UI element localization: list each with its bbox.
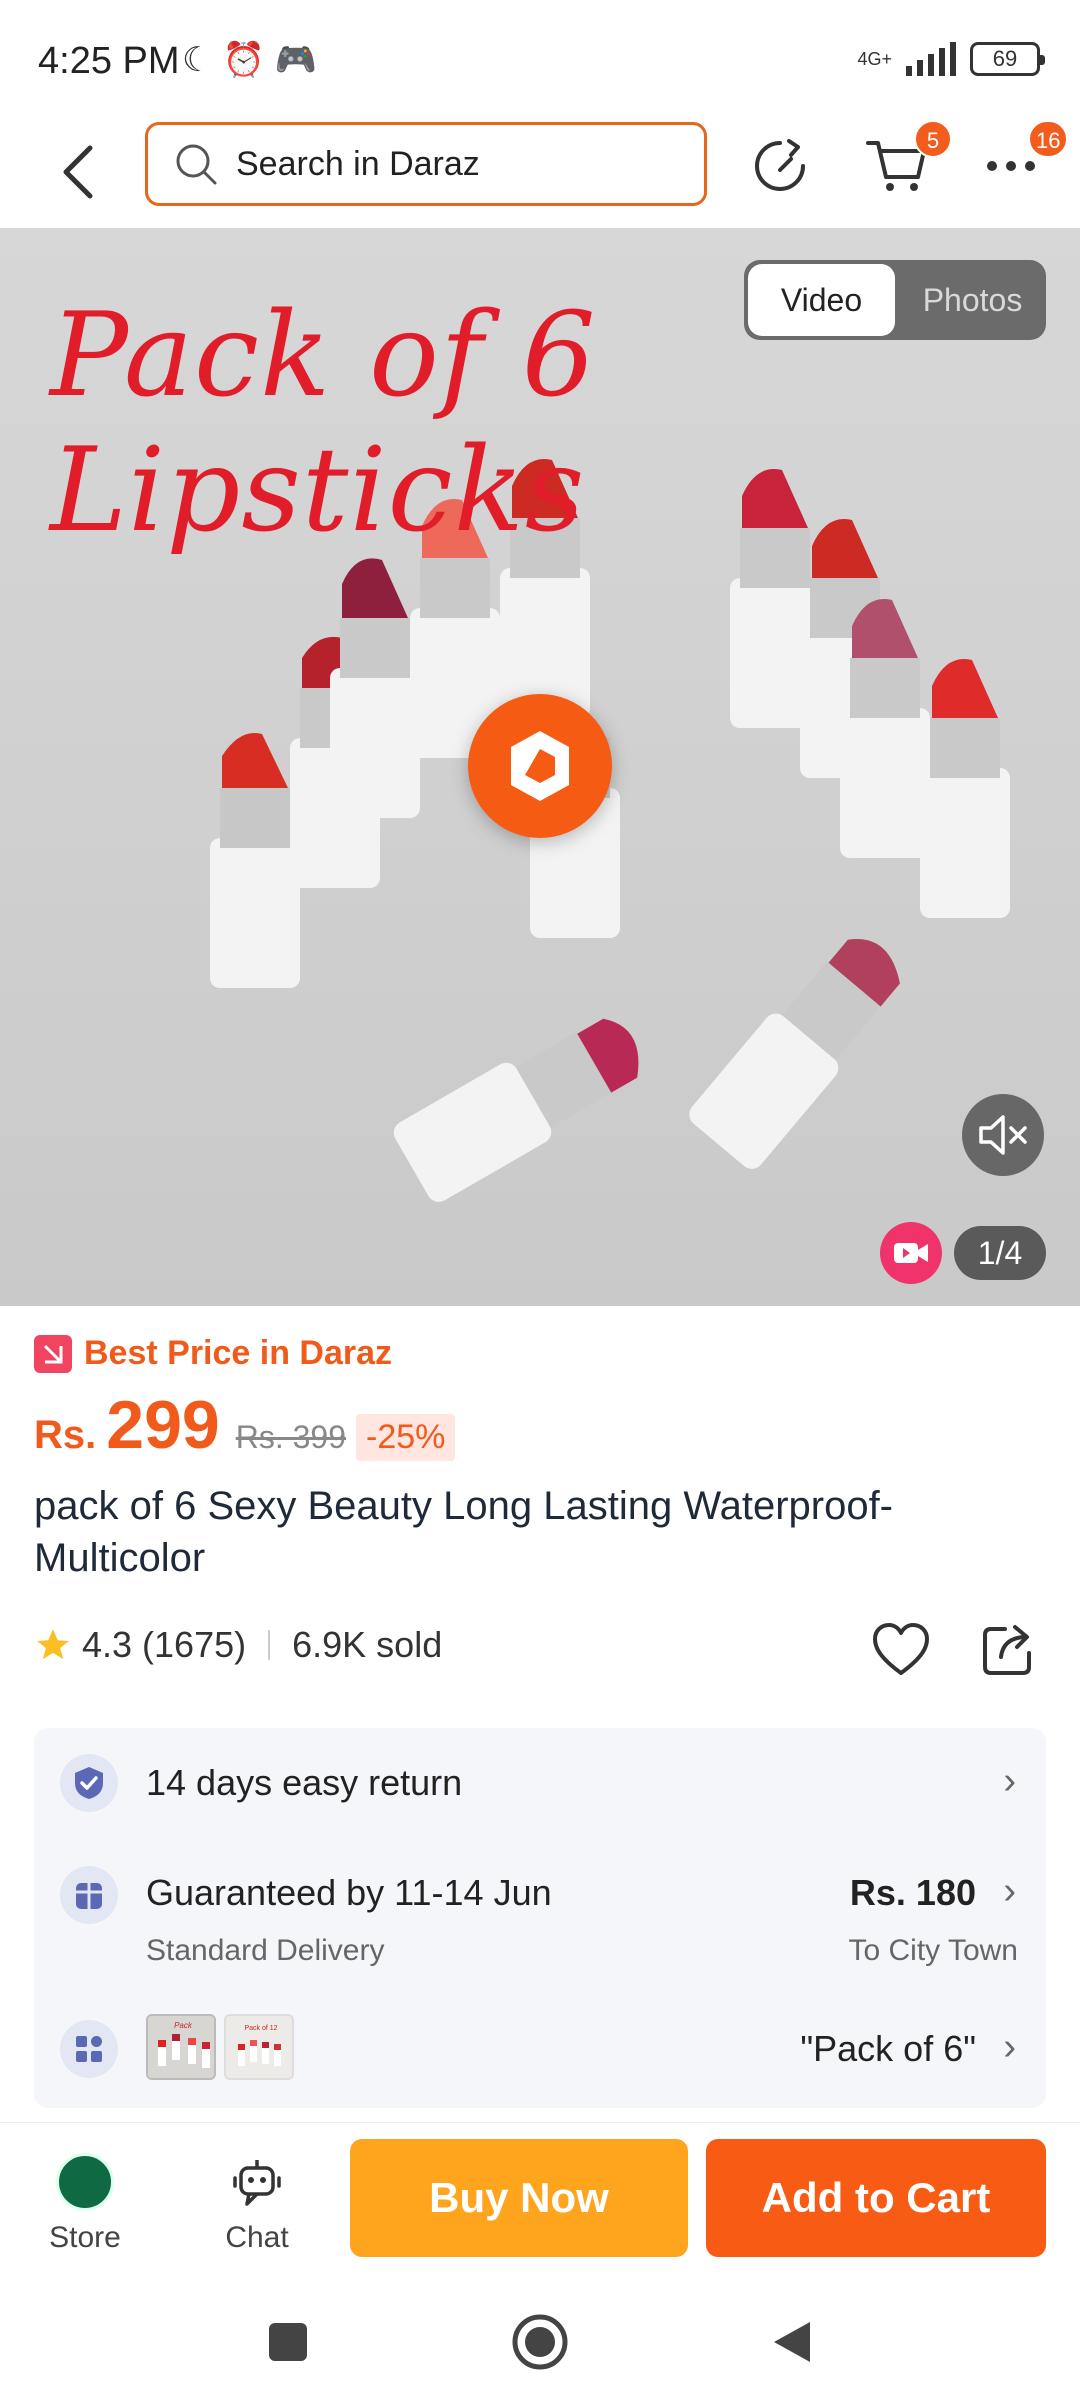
refresh-icon xyxy=(755,139,805,191)
discount-badge: -25% xyxy=(356,1414,456,1461)
old-price: Rs. 399 xyxy=(235,1419,346,1455)
delivery-price: Rs. 180 xyxy=(849,1872,976,1913)
back-button[interactable] xyxy=(50,138,106,206)
grid-icon xyxy=(60,2020,118,2078)
best-price-label: Best Price in Daraz xyxy=(84,1334,393,1372)
status-time: 4:25 PM xyxy=(38,40,180,82)
network-type: 4G+ xyxy=(857,49,892,69)
status-icons: ☾ ⏰ 🎮 xyxy=(182,40,317,80)
chevron-right-icon: › xyxy=(1003,2026,1016,2068)
current-price: 299 xyxy=(106,1387,220,1463)
system-navigation xyxy=(0,2272,1080,2400)
system-back-button[interactable] xyxy=(762,2312,822,2372)
triangle-back-icon xyxy=(774,2322,810,2362)
variant-thumbnail[interactable]: Pack of 12 xyxy=(224,2014,294,2080)
review-count: (1675) xyxy=(142,1624,247,1665)
media-toggle: Video Photos xyxy=(744,260,1046,340)
store-avatar-icon xyxy=(56,2153,114,2211)
signal-icon xyxy=(906,42,956,76)
delivery-location: To City Town xyxy=(848,1934,1018,1967)
square-icon xyxy=(269,2323,307,2361)
refresh-button[interactable] xyxy=(748,134,812,198)
svg-text:Pack of 12: Pack of 12 xyxy=(244,2025,277,2032)
best-price-banner: Best Price in Daraz xyxy=(34,1334,392,1373)
variant-thumbnail[interactable]: Pack xyxy=(146,2014,216,2080)
rating-value: 4.3 xyxy=(82,1624,133,1665)
delivery-label: Guaranteed by 11-14 Jun xyxy=(146,1872,552,1913)
return-policy-row[interactable]: 14 days easy return › xyxy=(34,1728,1046,1838)
alarm-icon: ⏰ xyxy=(222,41,265,79)
wishlist-button[interactable] xyxy=(866,1614,936,1684)
gift-box-icon xyxy=(60,1866,118,1924)
more-button[interactable]: 16 xyxy=(976,120,1069,198)
delivery-sub: Standard Delivery xyxy=(146,1934,385,1967)
return-label: 14 days easy return xyxy=(146,1762,463,1803)
price-row: Rs. 299 Rs. 399 -25% xyxy=(34,1386,456,1464)
chat-label: Chat xyxy=(225,2221,289,2254)
video-indicator[interactable] xyxy=(880,1222,942,1284)
back-arrow-icon xyxy=(63,145,93,199)
share-icon xyxy=(983,1625,1031,1675)
video-camera-icon xyxy=(894,1243,928,1263)
bottom-action-bar: Store Chat Buy Now Add to Cart xyxy=(0,2122,1080,2272)
mute-icon xyxy=(979,1115,1027,1155)
moon-icon: ☾ xyxy=(182,41,213,79)
search-input[interactable] xyxy=(236,144,676,184)
recents-button[interactable] xyxy=(258,2312,318,2372)
chat-button[interactable]: Chat xyxy=(202,2153,312,2255)
more-icon xyxy=(987,161,1035,171)
top-header: 5 16 xyxy=(0,120,1080,228)
rating-row[interactable]: 4.3 (1675) 6.9K sold xyxy=(34,1624,442,1666)
product-media[interactable]: Pack of 6 Lipsticks Video Photos 1/4 xyxy=(0,228,1080,1306)
chat-bot-icon xyxy=(228,2153,286,2211)
shield-check-icon xyxy=(60,1754,118,1812)
variant-label: "Pack of 6" xyxy=(800,2028,976,2069)
share-button[interactable] xyxy=(972,1614,1042,1684)
buy-now-button[interactable]: Buy Now xyxy=(350,2139,688,2257)
mute-button[interactable] xyxy=(962,1094,1044,1176)
cart-button[interactable]: 5 xyxy=(862,120,952,198)
store-button[interactable]: Store xyxy=(30,2153,140,2255)
service-info-card: 14 days easy return › Guaranteed by 11-1… xyxy=(34,1728,1046,2108)
tab-photos[interactable]: Photos xyxy=(899,260,1046,340)
svg-text:Pack: Pack xyxy=(174,2021,193,2030)
sold-count: 6.9K sold xyxy=(292,1624,443,1665)
status-right: 4G+ 69 xyxy=(857,42,1045,76)
divider xyxy=(268,1630,271,1660)
product-title: pack of 6 Sexy Beauty Long Lasting Water… xyxy=(34,1484,894,1580)
chevron-right-icon: › xyxy=(1003,1760,1016,1802)
variant-row[interactable]: Pack Pack of 12 "Pack of 6" › xyxy=(34,2000,1046,2100)
add-to-cart-button[interactable]: Add to Cart xyxy=(706,2139,1046,2257)
home-circle-icon xyxy=(512,2314,568,2370)
search-bar[interactable] xyxy=(145,122,707,206)
gamepad-icon: 🎮 xyxy=(274,41,318,79)
search-icon xyxy=(174,142,218,186)
battery-icon: 69 xyxy=(970,42,1045,76)
chevron-right-icon: › xyxy=(1003,1870,1016,1912)
store-label: Store xyxy=(49,2221,121,2254)
delivery-row[interactable]: Guaranteed by 11-14 Jun Standard Deliver… xyxy=(34,1838,1046,1988)
heart-icon xyxy=(873,1623,929,1675)
star-icon xyxy=(37,1629,69,1660)
status-bar: 4:25 PM ☾ ⏰ 🎮 4G+ 69 xyxy=(0,0,1080,120)
currency: Rs. xyxy=(34,1413,97,1457)
more-badge: 16 xyxy=(1028,120,1069,158)
play-button[interactable] xyxy=(468,694,612,838)
media-counter: 1/4 xyxy=(954,1226,1046,1280)
home-button[interactable] xyxy=(510,2312,570,2372)
cart-badge: 5 xyxy=(914,120,952,158)
tag-icon xyxy=(34,1334,72,1373)
tab-video[interactable]: Video xyxy=(748,264,895,336)
daraz-logo-icon xyxy=(511,731,569,801)
